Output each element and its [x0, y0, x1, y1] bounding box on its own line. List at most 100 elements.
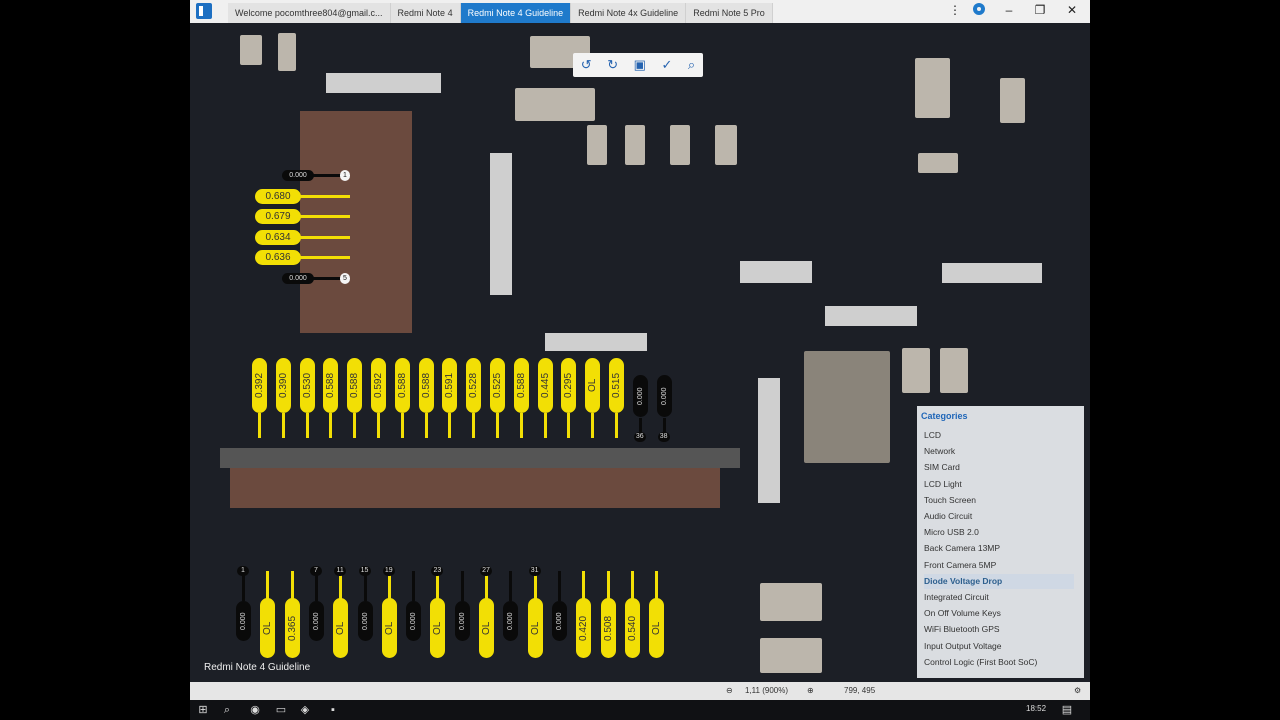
probe-stem	[448, 413, 452, 438]
rotate-left-icon[interactable]: ↺	[581, 57, 592, 73]
voltage-label[interactable]: 0.295	[561, 358, 577, 413]
voltage-label[interactable]: 0.000	[656, 375, 672, 417]
probe-stem	[543, 413, 547, 438]
zoom-out-icon[interactable]: ⊖	[726, 686, 733, 695]
voltage-label[interactable]: 0.000	[632, 375, 648, 417]
category-item[interactable]: Audio Circuit	[924, 509, 1074, 524]
minimize-button[interactable]: –	[1001, 3, 1017, 17]
voltage-label[interactable]: 0.000	[357, 601, 373, 641]
restore-button[interactable]: ❐	[1032, 3, 1048, 17]
voltage-label[interactable]: OL	[333, 598, 349, 658]
voltage-label[interactable]: 0.000	[551, 601, 567, 641]
category-item[interactable]: Back Camera 13MP	[924, 541, 1074, 556]
chrome-icon[interactable]: ◉	[248, 703, 262, 717]
search-icon[interactable]: ⌕	[220, 703, 234, 717]
category-item[interactable]: Integrated Circuit	[924, 590, 1074, 605]
tab-2[interactable]: Redmi Note 4 Guideline	[460, 3, 572, 23]
voltage-label[interactable]: OL	[585, 358, 601, 413]
gear-icon[interactable]	[973, 3, 985, 15]
category-item[interactable]: Network	[924, 444, 1074, 459]
voltage-label[interactable]: 0.591	[442, 358, 458, 413]
voltage-label[interactable]: 0.588	[394, 358, 410, 413]
rotate-right-icon[interactable]: ↻	[607, 57, 618, 73]
voltage-label[interactable]: 0.000	[282, 170, 314, 181]
category-item[interactable]: Diode Voltage Drop	[924, 573, 1074, 589]
voltage-label[interactable]: 0.528	[466, 358, 482, 413]
pin-number: 31	[528, 566, 541, 576]
measure-icon[interactable]: ✓	[661, 57, 672, 73]
voltage-label[interactable]: 0.588	[347, 358, 363, 413]
category-item[interactable]: SIM Card	[924, 460, 1074, 475]
voltage-label[interactable]: 0.525	[490, 358, 505, 413]
category-item[interactable]: Front Camera 5MP	[924, 558, 1074, 573]
probe-stem	[615, 413, 618, 438]
voltage-label[interactable]: 0.679	[255, 209, 301, 224]
tab-3[interactable]: Redmi Note 4x Guideline	[571, 3, 687, 23]
kebab-menu-icon[interactable]: ⋮	[947, 3, 963, 17]
category-item[interactable]: WiFi Bluetooth GPS	[924, 622, 1074, 637]
probe-stem	[300, 215, 350, 218]
category-item[interactable]: Touch Screen	[924, 493, 1074, 508]
voltage-label[interactable]: 0.592	[371, 358, 386, 413]
voltage-label[interactable]: 0.530	[299, 358, 315, 413]
voltage-label[interactable]: 0.390	[275, 358, 291, 413]
pin-number: 36	[633, 432, 646, 442]
voltage-label[interactable]: 0.680	[255, 188, 301, 204]
settings-icon[interactable]: ⚙	[1074, 686, 1081, 695]
app-taskbar-icon[interactable]: ▪	[326, 703, 340, 717]
app-taskbar-icon[interactable]: ▭	[274, 703, 288, 717]
voltage-label[interactable]: 0.588	[323, 358, 339, 413]
voltage-label[interactable]: OL	[260, 598, 276, 658]
voltage-label[interactable]: 0.636	[255, 250, 301, 265]
main-fpc-connector	[230, 468, 720, 508]
voltage-label[interactable]: 0.634	[255, 229, 301, 245]
board-caption: Redmi Note 4 Guideline	[204, 662, 311, 673]
app-logo-icon[interactable]	[196, 3, 212, 19]
voltage-label[interactable]: 0.588	[513, 358, 529, 413]
probe-stem	[266, 571, 270, 601]
voltage-label[interactable]: 0.420	[576, 598, 592, 658]
voltage-label[interactable]: 0.588	[418, 358, 434, 413]
category-item[interactable]: Control Logic (First Boot SoC)	[924, 655, 1074, 670]
category-item[interactable]: LCD Light	[924, 477, 1074, 492]
voltage-label[interactable]: 0.540	[624, 598, 640, 658]
voltage-label[interactable]: 0.392	[252, 358, 267, 413]
tab-1[interactable]: Redmi Note 4	[390, 3, 461, 23]
probe-stem	[567, 413, 571, 438]
category-item[interactable]: Micro USB 2.0	[924, 525, 1074, 540]
voltage-label[interactable]: 0.000	[503, 601, 519, 641]
view-toolbar: ↺ ↻ ▣ ✓ ⌕	[573, 53, 703, 77]
voltage-label[interactable]: 0.000	[406, 601, 422, 641]
voltage-label[interactable]: 0.000	[308, 601, 324, 641]
voltage-label[interactable]: 0.445	[537, 358, 553, 413]
search-icon[interactable]: ⌕	[688, 57, 695, 73]
category-item[interactable]: Input Output Voltage	[924, 639, 1074, 654]
component	[515, 88, 595, 121]
voltage-label[interactable]: 0.000	[454, 601, 470, 641]
windows-start-icon[interactable]: ⊞	[196, 703, 210, 717]
notification-icon[interactable]: ▤	[1060, 703, 1074, 717]
tab-4[interactable]: Redmi Note 5 Pro	[686, 3, 773, 23]
category-item[interactable]: On Off Volume Keys	[924, 606, 1074, 621]
probe-stem	[496, 413, 499, 438]
voltage-label[interactable]: OL	[527, 598, 543, 658]
zoom-in-icon[interactable]: ⊕	[807, 686, 814, 695]
voltage-label[interactable]: OL	[430, 598, 446, 658]
fit-screen-icon[interactable]: ▣	[634, 57, 646, 73]
voltage-label[interactable]: OL	[479, 598, 494, 658]
voltage-label[interactable]: 0.515	[609, 358, 624, 413]
voltage-label[interactable]: 0.000	[236, 601, 251, 641]
component	[1000, 78, 1025, 123]
category-item[interactable]: LCD	[924, 428, 1074, 443]
voltage-label[interactable]: OL	[381, 598, 397, 658]
pin-number: 1	[340, 170, 350, 181]
voltage-label[interactable]: OL	[649, 598, 665, 658]
pad	[942, 263, 1042, 283]
taskbar: ⊞ ⌕ ◉ ▭ ◈ ▪ 18:52 ▤	[190, 700, 1090, 720]
tab-0[interactable]: Welcome pocomthree804@gmail.c...	[228, 3, 391, 23]
voltage-label[interactable]: 0.000	[282, 272, 314, 284]
app-taskbar-icon[interactable]: ◈	[298, 703, 312, 717]
voltage-label[interactable]: 0.365	[284, 598, 300, 658]
close-button[interactable]: ✕	[1064, 3, 1080, 17]
voltage-label[interactable]: 0.508	[600, 598, 616, 658]
